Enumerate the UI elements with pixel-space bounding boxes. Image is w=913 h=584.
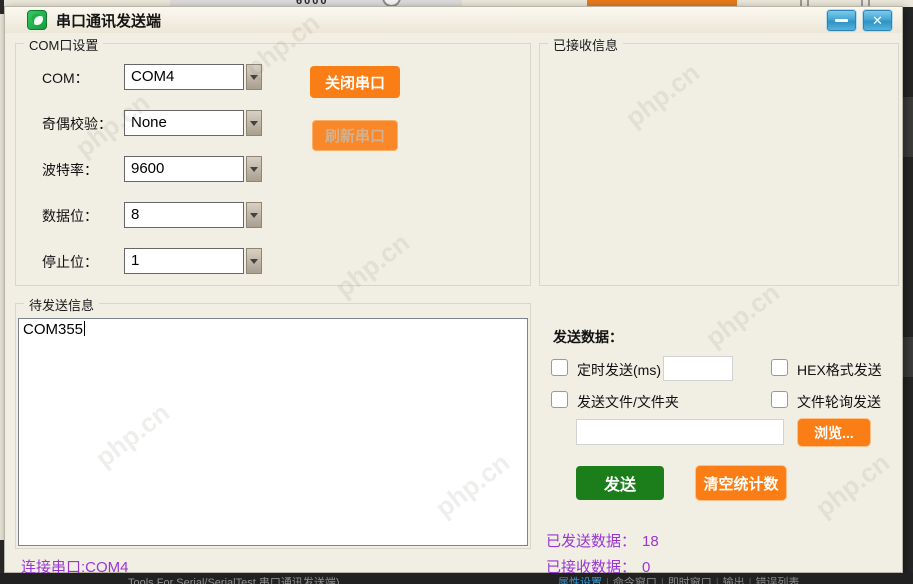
send-file-label[interactable]: 发送文件/文件夹 bbox=[577, 392, 679, 412]
com-port-select[interactable]: COM4 bbox=[124, 64, 262, 90]
to-send-textarea[interactable]: COM355 bbox=[18, 318, 528, 546]
com-port-value[interactable]: COM4 bbox=[124, 64, 244, 90]
hex-format-checkbox[interactable] bbox=[771, 359, 788, 376]
sent-data-value: 18 bbox=[642, 533, 659, 550]
com-port-label: COM： bbox=[42, 68, 89, 88]
com-settings-title: COM口设置 bbox=[24, 35, 103, 54]
stopbits-select[interactable]: 1 bbox=[124, 248, 262, 274]
file-path-input[interactable] bbox=[576, 419, 784, 445]
ide-tab-error-list[interactable]: 错误列表 bbox=[755, 577, 799, 584]
databits-value[interactable]: 8 bbox=[124, 202, 244, 228]
refresh-port-button[interactable]: 刷新串口 bbox=[312, 120, 398, 151]
chevron-down-icon bbox=[250, 167, 258, 172]
file-poll-label[interactable]: 文件轮询发送 bbox=[797, 392, 881, 412]
hex-format-label[interactable]: HEX格式发送 bbox=[797, 360, 882, 380]
serial-sender-window: 串口通讯发送端 ✕ COM口设置 COM： COM4 奇偶校验： None 波特… bbox=[4, 6, 903, 573]
close-icon: ✕ bbox=[872, 14, 883, 27]
background-right-strip bbox=[903, 7, 913, 584]
chevron-down-icon bbox=[250, 213, 258, 218]
window-controls: ✕ bbox=[826, 9, 893, 32]
background-ide-bottom-strip: Tools For Serial/SerialTest 串口通讯发送端) 属性设… bbox=[0, 573, 913, 584]
background-right-segment bbox=[903, 337, 913, 377]
send-button[interactable]: 发送 bbox=[576, 466, 664, 500]
parity-label: 奇偶校验： bbox=[42, 114, 112, 134]
ide-tab-properties[interactable]: 属性设置 bbox=[558, 577, 602, 584]
parity-value[interactable]: None bbox=[124, 110, 244, 136]
clear-stats-button[interactable]: 清空统计数 bbox=[696, 466, 786, 500]
baudrate-value[interactable]: 9600 bbox=[124, 156, 244, 182]
stopbits-dropdown-button[interactable] bbox=[246, 248, 262, 274]
chevron-down-icon bbox=[250, 259, 258, 264]
parity-select[interactable]: None bbox=[124, 110, 262, 136]
databits-label: 数据位： bbox=[42, 206, 98, 226]
parity-dropdown-button[interactable] bbox=[246, 110, 262, 136]
app-icon bbox=[27, 10, 47, 30]
ide-tab-output[interactable]: 输出 bbox=[723, 577, 745, 584]
background-right-segment bbox=[903, 97, 913, 157]
com-port-dropdown-button[interactable] bbox=[246, 64, 262, 90]
close-port-button[interactable]: 关闭串口 bbox=[310, 66, 400, 98]
timed-send-label[interactable]: 定时发送(ms) bbox=[577, 360, 661, 380]
sent-data-label: 已发送数据： bbox=[546, 533, 636, 550]
ide-tab-command-window[interactable]: 命令窗口 bbox=[613, 577, 657, 584]
screen: 6000 Tools For Serial/SerialTest 串口通讯发送端… bbox=[0, 0, 913, 584]
background-ide-panel-tabs: 属性设置|命令窗口|即时窗口|输出|错误列表 bbox=[558, 574, 799, 584]
titlebar[interactable]: 串口通讯发送端 ✕ bbox=[5, 7, 902, 33]
text-caret bbox=[84, 321, 85, 336]
send-data-label: 发送数据： bbox=[553, 327, 623, 347]
sent-data-stat: 已发送数据： 18 bbox=[546, 530, 659, 551]
databits-dropdown-button[interactable] bbox=[246, 202, 262, 228]
to-send-text: COM355 bbox=[23, 321, 83, 338]
file-poll-checkbox[interactable] bbox=[771, 391, 788, 408]
background-ide-path-fragment: Tools For Serial/SerialTest 串口通讯发送端) bbox=[128, 574, 340, 584]
minimize-button[interactable] bbox=[826, 9, 857, 32]
com-settings-group: COM口设置 COM： COM4 奇偶校验： None 波特率： 9600 数据… bbox=[15, 43, 531, 286]
ide-tab-immediate-window[interactable]: 即时窗口 bbox=[668, 577, 712, 584]
baudrate-label: 波特率： bbox=[42, 160, 98, 180]
chevron-down-icon bbox=[250, 75, 258, 80]
window-title: 串口通讯发送端 bbox=[56, 10, 161, 31]
stopbits-label: 停止位： bbox=[42, 252, 98, 272]
timed-send-checkbox[interactable] bbox=[551, 359, 568, 376]
timed-send-interval-input[interactable] bbox=[663, 356, 733, 381]
baudrate-dropdown-button[interactable] bbox=[246, 156, 262, 182]
browse-button[interactable]: 浏览... bbox=[798, 419, 870, 446]
chevron-down-icon bbox=[250, 121, 258, 126]
baudrate-select[interactable]: 9600 bbox=[124, 156, 262, 182]
close-button[interactable]: ✕ bbox=[862, 9, 893, 32]
received-messages-title: 已接收信息 bbox=[548, 35, 623, 54]
to-send-group: 待发送信息 COM355 bbox=[15, 303, 531, 549]
received-messages-group[interactable]: 已接收信息 bbox=[539, 43, 899, 286]
minimize-icon bbox=[835, 19, 848, 22]
stopbits-value[interactable]: 1 bbox=[124, 248, 244, 274]
to-send-title: 待发送信息 bbox=[24, 295, 99, 314]
send-file-checkbox[interactable] bbox=[551, 391, 568, 408]
databits-select[interactable]: 8 bbox=[124, 202, 262, 228]
